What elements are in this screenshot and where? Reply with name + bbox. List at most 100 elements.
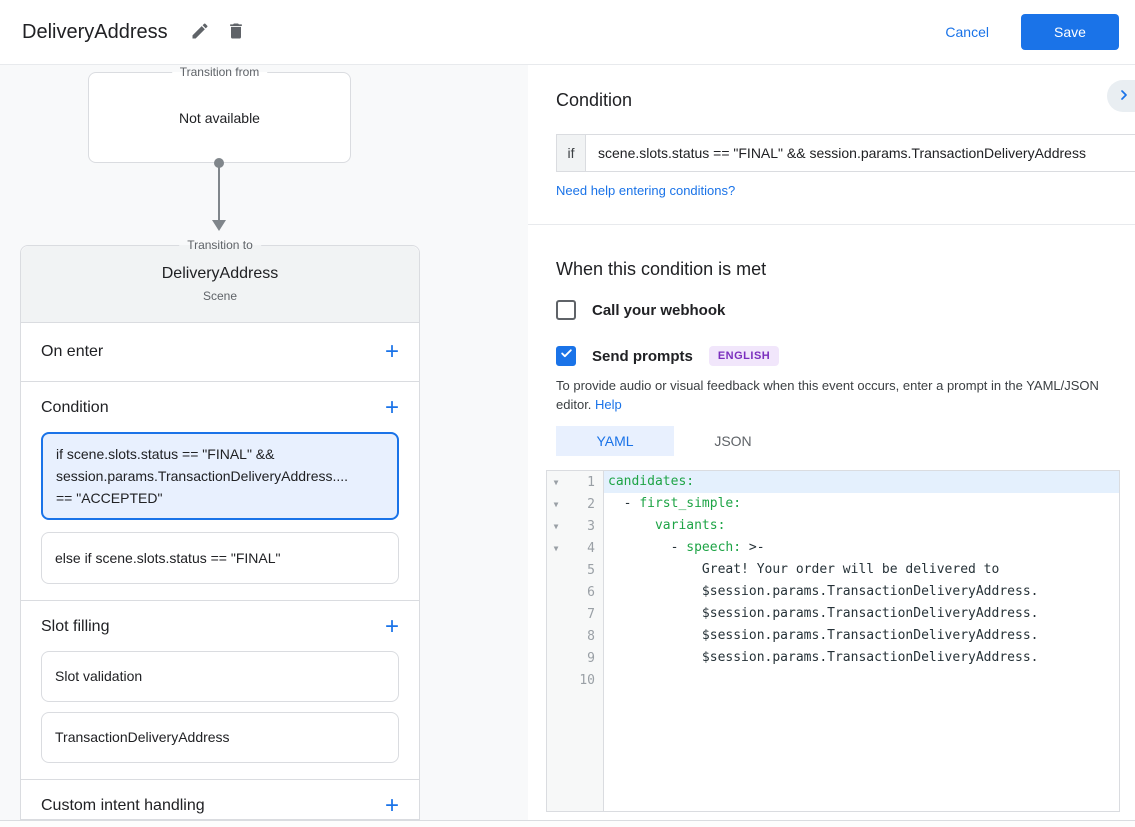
send-prompts-row: Send prompts ENGLISH [556, 346, 1135, 366]
editor-code-line: candidates: [604, 471, 1119, 493]
trash-icon [226, 21, 246, 44]
add-custom-intent-button[interactable]: + [385, 796, 399, 816]
condition-item-else[interactable]: else if scene.slots.status == "FINAL" [41, 532, 399, 584]
line-number: 10 [565, 673, 603, 688]
scene-card: Transition to DeliveryAddress Scene On e… [20, 245, 420, 820]
condition-line: == "ACCEPTED" [56, 487, 384, 509]
editor-gutter-row: 9 [547, 647, 603, 669]
scene-graph-panel: Transition from Not available Transition… [0, 65, 528, 820]
editor-code-line: $session.params.TransactionDeliveryAddre… [604, 603, 1119, 625]
editor-code-line: $session.params.TransactionDeliveryAddre… [604, 625, 1119, 647]
line-number: 4 [565, 541, 603, 556]
yaml-code-editor[interactable]: ▼1▼2▼3▼45678910 candidates: - first_simp… [546, 470, 1120, 812]
editor-gutter: ▼1▼2▼3▼45678910 [547, 471, 604, 811]
transition-arrow-line [218, 166, 220, 220]
language-badge: ENGLISH [709, 346, 779, 366]
cancel-button[interactable]: Cancel [945, 24, 989, 40]
condition-detail-panel: Condition if scene.slots.status == "FINA… [528, 65, 1135, 827]
editor-gutter-row: 8 [547, 625, 603, 647]
tab-json[interactable]: JSON [674, 426, 792, 456]
add-on-enter-button[interactable]: + [385, 342, 399, 362]
slot-filling-section: Slot filling + Slot validation Transacti… [21, 601, 419, 780]
line-number: 7 [565, 607, 603, 622]
transition-from-label: Transition from [172, 65, 268, 79]
editor-format-tabs: YAML JSON [556, 426, 1135, 456]
checkmark-icon [560, 347, 573, 365]
editor-gutter-row: 5 [547, 559, 603, 581]
editor-gutter-row: ▼1 [547, 471, 603, 493]
editor-gutter-row: 10 [547, 669, 603, 691]
send-prompts-label: Send prompts [592, 348, 693, 365]
scene-editor-page: DeliveryAddress Cancel Save Transition f… [0, 0, 1135, 827]
add-slot-button[interactable]: + [385, 617, 399, 637]
fold-arrow-icon[interactable]: ▼ [547, 500, 565, 509]
condition-heading: Condition [556, 90, 1135, 111]
transition-from-value: Not available [179, 110, 260, 126]
condition-help-link[interactable]: Need help entering conditions? [556, 183, 735, 198]
editor-code-line [604, 669, 1119, 691]
editor-gutter-row: 7 [547, 603, 603, 625]
fold-arrow-icon[interactable]: ▼ [547, 478, 565, 487]
collapse-panel-button[interactable] [1107, 80, 1135, 112]
if-prefix-label: if [556, 134, 585, 172]
page-title: DeliveryAddress [22, 21, 168, 44]
condition-expression-input[interactable]: scene.slots.status == "FINAL" && session… [585, 134, 1135, 172]
when-met-heading: When this condition is met [556, 259, 1135, 280]
editor-code[interactable]: candidates: - first_simple: variants: - … [604, 471, 1119, 811]
editor-code-line: - first_simple: [604, 493, 1119, 515]
editor-gutter-row: 6 [547, 581, 603, 603]
condition-line: if scene.slots.status == "FINAL" && [56, 443, 384, 465]
scene-card-header: DeliveryAddress Scene [21, 246, 419, 323]
editor-gutter-row: ▼4 [547, 537, 603, 559]
save-button[interactable]: Save [1021, 14, 1119, 50]
editor-code-line: $session.params.TransactionDeliveryAddre… [604, 647, 1119, 669]
call-webhook-label: Call your webhook [592, 302, 725, 319]
bottom-edge-strip [0, 820, 1135, 827]
transition-to-label: Transition to [179, 238, 261, 252]
editor-code-line: - speech: >- [604, 537, 1119, 559]
transition-arrow-head-icon [212, 220, 226, 231]
prompt-help-body: To provide audio or visual feedback when… [556, 378, 1099, 412]
fold-arrow-icon[interactable]: ▼ [547, 522, 565, 531]
line-number: 3 [565, 519, 603, 534]
on-enter-section: On enter + [21, 323, 419, 382]
line-number: 9 [565, 651, 603, 666]
editor-gutter-row: ▼3 [547, 515, 603, 537]
custom-intent-title: Custom intent handling [41, 797, 205, 815]
condition-line: else if scene.slots.status == "FINAL" [55, 547, 385, 569]
condition-section: Condition + if scene.slots.status == "FI… [21, 382, 419, 601]
transition-from-box: Transition from Not available [88, 72, 351, 163]
fold-arrow-icon[interactable]: ▼ [547, 544, 565, 553]
line-number: 1 [565, 475, 603, 490]
editor-code-line: variants: [604, 515, 1119, 537]
line-number: 8 [565, 629, 603, 644]
send-prompts-checkbox[interactable] [556, 346, 576, 366]
condition-line: session.params.TransactionDeliveryAddres… [56, 465, 384, 487]
line-number: 6 [565, 585, 603, 600]
scene-type: Scene [203, 289, 237, 303]
condition-section-title: Condition [41, 399, 109, 417]
call-webhook-checkbox[interactable] [556, 300, 576, 320]
editor-code-line: Great! Your order will be delivered to [604, 559, 1119, 581]
line-number: 2 [565, 497, 603, 512]
editor-gutter-row: ▼2 [547, 493, 603, 515]
slot-transaction-delivery-address-item[interactable]: TransactionDeliveryAddress [41, 712, 399, 763]
chevron-right-icon [1116, 87, 1132, 106]
pencil-icon [190, 21, 210, 44]
condition-input-row: if scene.slots.status == "FINAL" && sess… [556, 134, 1135, 172]
prompt-help-text: To provide audio or visual feedback when… [556, 376, 1130, 414]
add-condition-button[interactable]: + [385, 398, 399, 418]
line-number: 5 [565, 563, 603, 578]
tab-yaml[interactable]: YAML [556, 426, 674, 456]
edit-scene-name-button[interactable] [190, 21, 210, 44]
condition-item-selected[interactable]: if scene.slots.status == "FINAL" && sess… [41, 432, 399, 520]
help-link[interactable]: Help [595, 397, 622, 412]
webhook-row: Call your webhook [556, 300, 1135, 320]
slot-filling-title: Slot filling [41, 618, 109, 636]
slot-validation-item[interactable]: Slot validation [41, 651, 399, 702]
delete-scene-button[interactable] [226, 21, 246, 44]
header-bar: DeliveryAddress Cancel Save [0, 0, 1135, 65]
scene-name: DeliveryAddress [162, 265, 278, 283]
section-divider [528, 224, 1135, 225]
on-enter-title: On enter [41, 343, 103, 361]
